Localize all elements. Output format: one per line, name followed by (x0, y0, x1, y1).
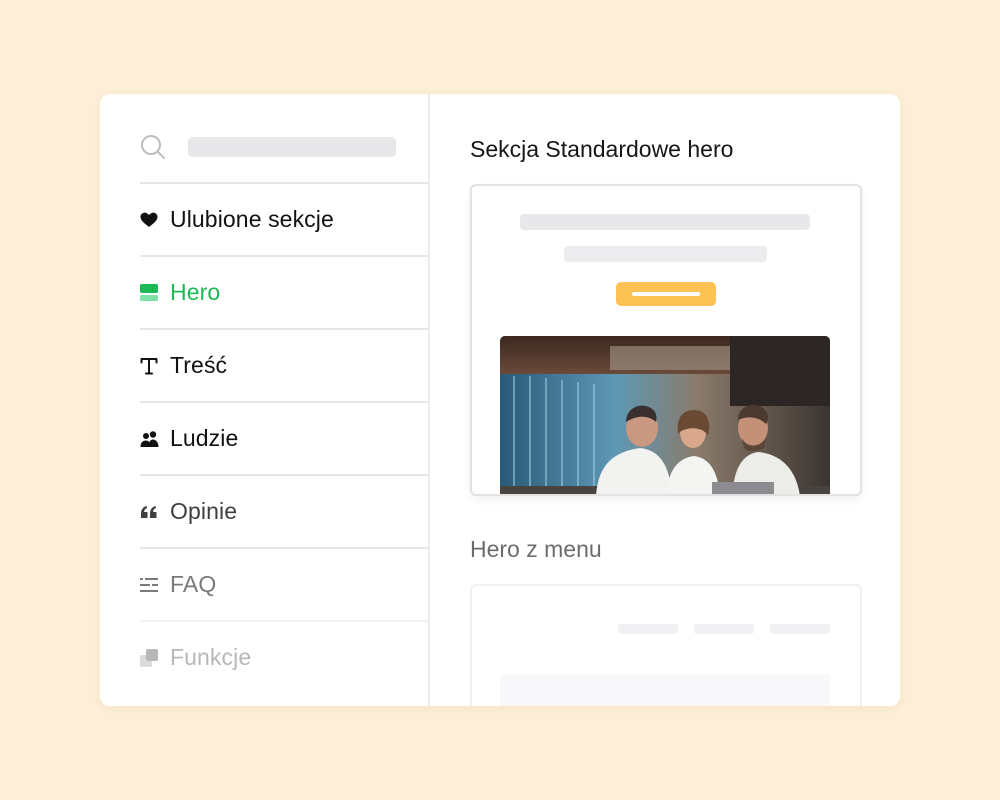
sidebar-item-features[interactable]: Funkcje (140, 620, 428, 693)
hero-layout-icon (140, 283, 160, 303)
text-icon (140, 356, 160, 376)
placeholder-heading (520, 214, 810, 230)
sidebar-item-label: Treść (170, 352, 228, 378)
sidebar-item-testimonials[interactable]: Opinie (140, 474, 428, 547)
heart-icon (140, 210, 160, 230)
section-category-list: Ulubione sekcje Hero Treść Ludzie Opinie… (140, 182, 428, 693)
people-icon (140, 429, 160, 449)
search-placeholder-bar (188, 137, 396, 157)
sidebar: Ulubione sekcje Hero Treść Ludzie Opinie… (100, 94, 430, 706)
section-picker-panel: Ulubione sekcje Hero Treść Ludzie Opinie… (100, 94, 900, 706)
placeholder-menu-item (618, 624, 678, 634)
page-background: Ulubione sekcje Hero Treść Ludzie Opinie… (0, 0, 1000, 800)
sidebar-item-people[interactable]: Ludzie (140, 401, 428, 474)
standard-hero-preview-card[interactable] (470, 184, 862, 496)
sidebar-item-faq[interactable]: FAQ (140, 547, 428, 620)
search-input[interactable] (140, 134, 396, 160)
search-icon (140, 134, 166, 160)
section-title: Sekcja Standardowe hero (470, 136, 734, 162)
placeholder-hero-block (500, 674, 830, 706)
quote-icon (140, 502, 160, 522)
hero-photo (500, 336, 830, 494)
sidebar-item-hero[interactable]: Hero (140, 255, 428, 328)
sidebar-item-label: Opinie (170, 498, 238, 524)
placeholder-menu-item (694, 624, 754, 634)
sidebar-item-label: FAQ (170, 571, 217, 597)
sidebar-item-favorites[interactable]: Ulubione sekcje (140, 182, 428, 255)
sidebar-item-label: Funkcje (170, 644, 252, 670)
placeholder-menu-item (770, 624, 830, 634)
section-previews: Sekcja Standardowe hero Hero z menu (430, 94, 900, 706)
placeholder-subheading (564, 246, 767, 262)
sidebar-item-label: Ludzie (170, 425, 239, 451)
sidebar-item-label: Hero (170, 279, 221, 305)
hero-with-menu-preview-card[interactable] (470, 584, 862, 706)
section-title: Hero z menu (470, 536, 602, 562)
sidebar-item-label: Ulubione sekcje (170, 206, 334, 232)
features-icon (140, 648, 160, 668)
placeholder-cta-button (616, 282, 716, 306)
list-icon (140, 575, 160, 595)
sidebar-item-content[interactable]: Treść (140, 328, 428, 401)
